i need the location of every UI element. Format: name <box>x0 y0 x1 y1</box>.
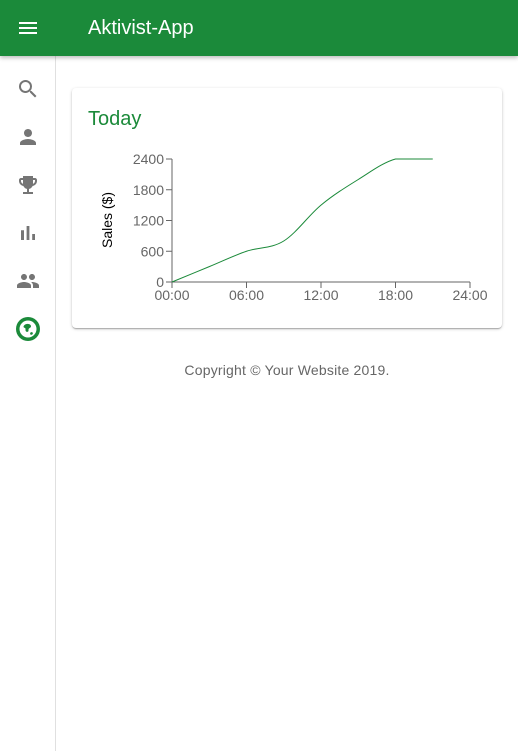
nav-item-people[interactable] <box>0 257 55 305</box>
y-tick-label: 2400 <box>133 151 164 167</box>
x-tick-label: 18:00 <box>378 287 413 303</box>
globe-icon <box>15 317 40 341</box>
app-title: Aktivist-App <box>88 17 194 39</box>
nav-item-search[interactable] <box>0 65 55 113</box>
people-icon <box>16 274 39 288</box>
nav-item-globe[interactable] <box>0 305 55 353</box>
trophy-icon <box>18 176 37 194</box>
nav-item-achievements[interactable] <box>0 161 55 209</box>
nav-item-statistics[interactable] <box>0 209 55 257</box>
person-icon <box>19 129 36 145</box>
side-drawer <box>0 56 56 751</box>
x-tick-label: 12:00 <box>303 287 338 303</box>
copyright-text: Copyright © Your Website 2019. <box>184 362 390 378</box>
bar-chart-icon <box>20 226 35 240</box>
x-tick-label: 06:00 <box>229 287 264 303</box>
y-tick-label: 600 <box>141 243 165 259</box>
y-tick-label: 1200 <box>133 213 164 229</box>
y-axis-label: Sales ($) <box>99 192 115 248</box>
sales-card: Today 00:00 06:00 12:00 18:00 24:00 0 600 1200 1… <box>72 88 502 328</box>
y-tick-label: 0 <box>156 274 164 290</box>
sales-line-chart: 00:00 06:00 12:00 18:00 24:00060012001800240… <box>99 151 488 303</box>
series-line <box>171 158 433 283</box>
nav-item-profile[interactable] <box>0 113 55 161</box>
y-tick-label: 1800 <box>133 182 164 198</box>
app-bar: Aktivist-App <box>0 0 518 56</box>
chart-axes: 00:00 06:00 12:00 18:00 24:00060012001800240… <box>133 151 488 303</box>
menu-button[interactable] <box>4 4 52 52</box>
search-icon <box>18 80 36 98</box>
x-tick-label: 24:00 <box>452 287 487 303</box>
menu-icon <box>19 22 37 34</box>
